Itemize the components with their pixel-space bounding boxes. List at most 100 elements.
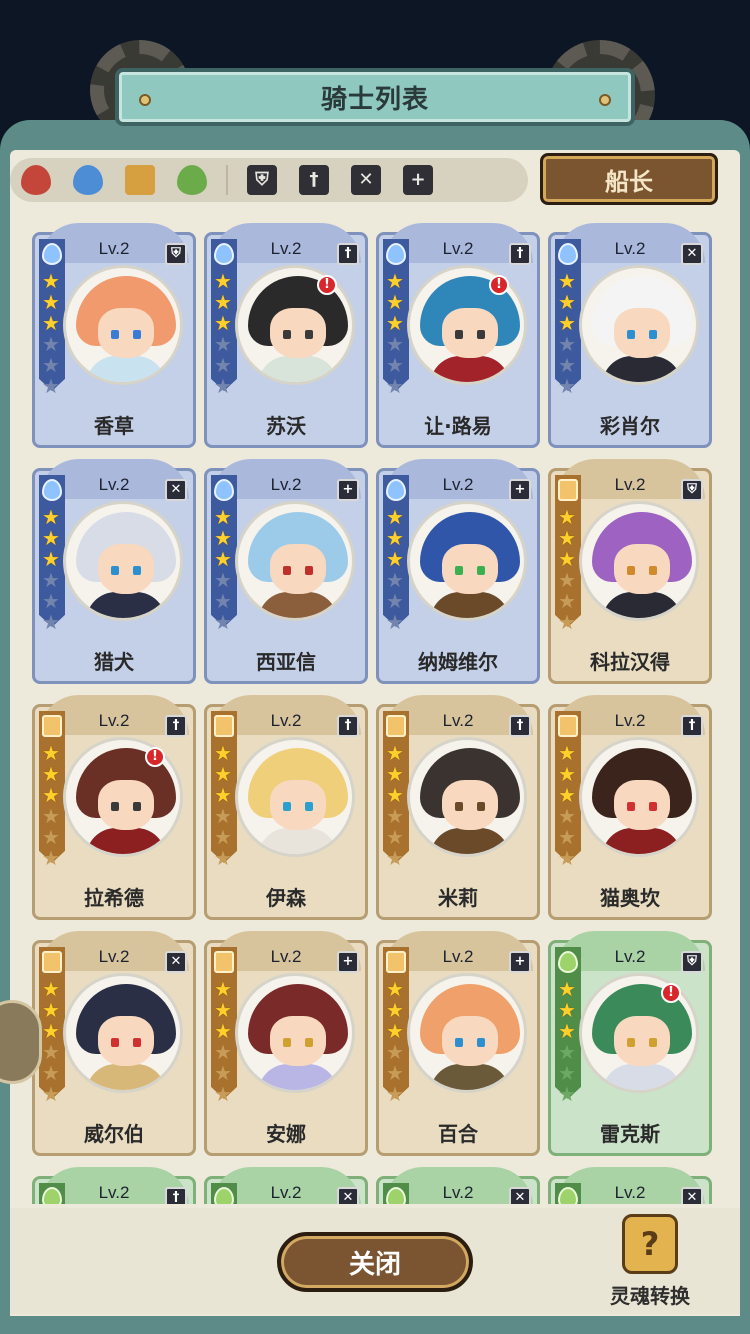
star-icon: ★: [214, 1019, 232, 1043]
star-icon: ★: [214, 1082, 232, 1106]
star-icon: ★: [386, 783, 404, 807]
star-icon: ★: [42, 290, 60, 314]
filter-wind[interactable]: [166, 158, 218, 202]
knight-card[interactable]: ★ ★ ★ ★ ★ ★ Lv.2 ⛨ 科拉汉得: [548, 459, 712, 684]
star-rating: ★ ★ ★ ★ ★ ★: [42, 507, 62, 633]
sword-icon: †: [337, 715, 359, 737]
portrait-body: [602, 592, 682, 618]
star-icon: ★: [42, 741, 60, 765]
filter-bow[interactable]: ✕: [340, 158, 392, 202]
knight-name: 西亚信: [256, 650, 316, 674]
filter-fire[interactable]: [10, 158, 62, 202]
portrait-eye: [133, 566, 141, 575]
star-icon: ★: [214, 526, 232, 550]
star-icon: ★: [214, 610, 232, 634]
portrait-eye: [455, 1038, 463, 1047]
knight-card[interactable]: ★ ★ ★ ★ ★ ★ Lv.2 † 伊森: [204, 695, 368, 920]
knight-card[interactable]: ★★★★★★Lv.2✕: [376, 1167, 540, 1204]
knight-card[interactable]: ★ ★ ★ ★ ★ ★ Lv.2 †! 苏沃: [204, 223, 368, 448]
knight-card[interactable]: ★★★★★★Lv.2✕: [204, 1167, 368, 1204]
knight-card[interactable]: ★ ★ ★ ★ ★ ★ Lv.2 + 安娜: [204, 931, 368, 1156]
knight-card[interactable]: ★ ★ ★ ★ ★ ★ Lv.2 + 百合: [376, 931, 540, 1156]
knight-portrait: [579, 973, 699, 1093]
star-icon: ★: [386, 762, 404, 786]
portrait-eye: [627, 330, 635, 339]
shield-icon: ⛨: [681, 951, 703, 973]
star-icon: ★: [386, 311, 404, 335]
portrait-eye: [455, 802, 463, 811]
portrait-eye: [477, 566, 485, 575]
star-icon: ★: [558, 547, 576, 571]
sword-icon: †: [165, 715, 187, 737]
knight-name: 纳姆维尔: [418, 650, 498, 674]
knight-card[interactable]: ★ ★ ★ ★ ★ ★ Lv.2 ✕ 彩肖尔: [548, 223, 712, 448]
portrait-eye: [111, 1038, 119, 1047]
star-icon: ★: [42, 374, 60, 398]
star-icon: ★: [214, 741, 232, 765]
knight-card[interactable]: ★ ★ ★ ★ ★ ★ Lv.2 †! 让·路易: [376, 223, 540, 448]
star-icon: ★: [558, 1082, 576, 1106]
filter-shield[interactable]: ⛨: [236, 158, 288, 202]
shield-icon: ⛨: [681, 479, 703, 501]
star-icon: ★: [214, 846, 232, 870]
star-rating: ★ ★ ★ ★ ★ ★: [558, 743, 578, 869]
star-icon: ★: [214, 1061, 232, 1085]
knight-portrait: [63, 265, 183, 385]
star-icon: ★: [42, 998, 60, 1022]
portrait-face: [442, 1016, 498, 1066]
star-rating: ★ ★ ★ ★ ★ ★: [42, 271, 62, 397]
portrait-body: [430, 828, 510, 854]
star-rating: ★ ★ ★ ★ ★ ★: [214, 743, 234, 869]
star-icon: ★: [214, 311, 232, 335]
knight-portrait: [235, 737, 355, 857]
knight-card[interactable]: ★ ★ ★ ★ ★ ★ Lv.2 † 米莉: [376, 695, 540, 920]
knight-card[interactable]: ★ ★ ★ ★ ★ ★ Lv.2 ✕ 威尔伯: [32, 931, 196, 1156]
filter-heal[interactable]: +: [392, 158, 444, 202]
portrait-eye: [477, 1038, 485, 1047]
star-icon: ★: [42, 1019, 60, 1043]
filter-water[interactable]: [62, 158, 114, 202]
knight-card[interactable]: ★ ★ ★ ★ ★ ★ Lv.2 + 西亚信: [204, 459, 368, 684]
bow-icon: ✕: [165, 951, 187, 973]
star-icon: ★: [42, 783, 60, 807]
knight-portrait: [579, 265, 699, 385]
star-icon: ★: [558, 526, 576, 550]
star-icon: ★: [386, 547, 404, 571]
soul-convert-button[interactable]: ? 灵魂转换: [600, 1214, 700, 1314]
divider: [226, 165, 228, 195]
portrait-face: [614, 308, 670, 358]
star-icon: ★: [42, 1040, 60, 1064]
sword-icon: †: [509, 715, 531, 737]
filter-sword[interactable]: †: [288, 158, 340, 202]
star-icon: ★: [42, 526, 60, 550]
star-icon: ★: [42, 269, 60, 293]
portrait-eye: [627, 1038, 635, 1047]
knight-card[interactable]: ★ ★ ★ ★ ★ ★ Lv.2 ⛨! 雷克斯: [548, 931, 712, 1156]
rivet-icon: [599, 94, 611, 106]
knight-card[interactable]: ★ ★ ★ ★ ★ ★ Lv.2 ⛨ 香草: [32, 223, 196, 448]
knight-card[interactable]: ★★★★★★Lv.2✕: [548, 1167, 712, 1204]
star-icon: ★: [558, 568, 576, 592]
portrait-face: [270, 308, 326, 358]
knight-card[interactable]: ★ ★ ★ ★ ★ ★ Lv.2 + 纳姆维尔: [376, 459, 540, 684]
star-icon: ★: [386, 1082, 404, 1106]
bow-icon: ✕: [351, 165, 381, 195]
knight-card[interactable]: ★ ★ ★ ★ ★ ★ Lv.2 ✕ 猎犬: [32, 459, 196, 684]
side-avatar[interactable]: [0, 1000, 42, 1084]
star-icon: ★: [42, 353, 60, 377]
knight-card[interactable]: ★★★★★★Lv.2†: [32, 1167, 196, 1204]
knight-name: 猫奥坎: [600, 886, 660, 910]
close-button[interactable]: 关闭: [277, 1232, 473, 1292]
portrait-face: [442, 780, 498, 830]
portrait-body: [86, 828, 166, 854]
knight-card[interactable]: ★ ★ ★ ★ ★ ★ Lv.2 †! 拉希德: [32, 695, 196, 920]
star-rating: ★ ★ ★ ★ ★ ★: [42, 743, 62, 869]
star-icon: ★: [42, 505, 60, 529]
filter-earth[interactable]: [114, 158, 166, 202]
captain-button[interactable]: 船长: [540, 153, 718, 205]
star-icon: ★: [386, 610, 404, 634]
knight-card[interactable]: ★ ★ ★ ★ ★ ★ Lv.2 † 猫奥坎: [548, 695, 712, 920]
star-icon: ★: [386, 1040, 404, 1064]
star-rating: ★ ★ ★ ★ ★ ★: [386, 743, 406, 869]
alert-badge-icon: !: [661, 983, 681, 1003]
